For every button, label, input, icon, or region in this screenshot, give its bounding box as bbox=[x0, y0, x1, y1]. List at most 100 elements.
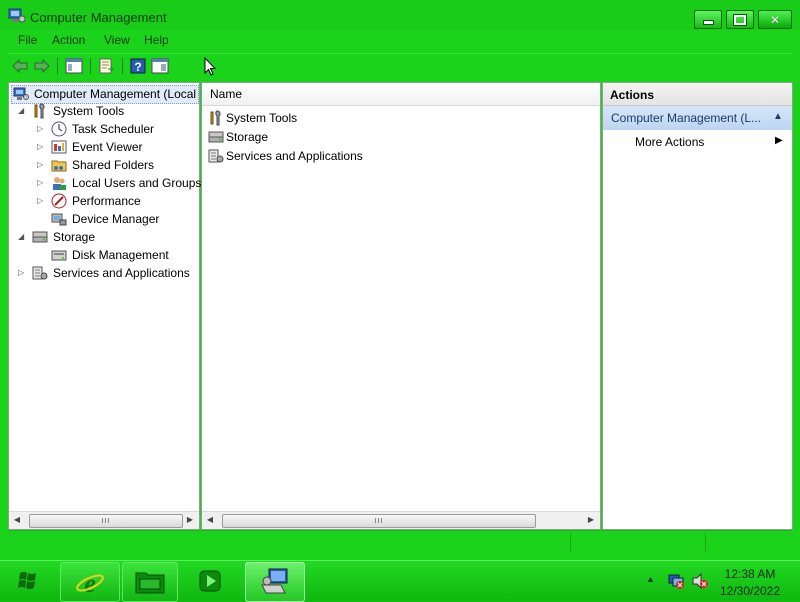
column-header-label: Name bbox=[210, 87, 243, 101]
tree-item-local-users-and-groups[interactable]: ▷ Local Users and Groups bbox=[9, 175, 201, 192]
collapse-icon[interactable]: ◢ bbox=[18, 107, 26, 115]
export-list-icon bbox=[99, 58, 114, 74]
list-item-label: Services and Applications bbox=[226, 149, 363, 163]
tree-item-label: Event Viewer bbox=[72, 140, 143, 154]
action-label: More Actions bbox=[635, 135, 705, 149]
menu-help[interactable]: Help bbox=[144, 33, 169, 47]
tree-item-storage[interactable]: ◢ Storage bbox=[9, 229, 199, 246]
tree-item-label: Disk Management bbox=[72, 248, 169, 262]
actions-header: Actions bbox=[603, 83, 792, 106]
tree-item-label: System Tools bbox=[53, 104, 125, 118]
scroll-right-icon[interactable]: ▶ bbox=[586, 515, 596, 525]
results-horizontal-scrollbar[interactable]: ◀ III ▶ bbox=[202, 511, 600, 529]
tree-item-label: Performance bbox=[72, 194, 141, 208]
disk-management-icon bbox=[51, 250, 67, 261]
column-header-name[interactable]: Name bbox=[202, 83, 600, 106]
clock[interactable]: 12:38 AM 12/30/2022 bbox=[714, 565, 786, 599]
forward-button[interactable] bbox=[32, 57, 52, 75]
scroll-left-icon[interactable]: ◀ bbox=[205, 515, 215, 525]
expand-icon[interactable]: ▷ bbox=[37, 197, 45, 205]
actions-pane: Actions Computer Management (L... ▲ More… bbox=[602, 82, 793, 530]
computer-management-icon bbox=[261, 568, 288, 594]
tree-item-task-scheduler[interactable]: ▷ Task Scheduler bbox=[9, 121, 199, 138]
show-hide-action-pane-button[interactable] bbox=[150, 57, 170, 75]
tree-horizontal-scrollbar[interactable]: ◀ III ▶ bbox=[9, 511, 199, 529]
action-more-actions[interactable]: More Actions ▶ bbox=[603, 133, 792, 151]
tree-item-label: Device Manager bbox=[72, 212, 160, 226]
list-item-services-and-applications[interactable]: Services and Applications bbox=[208, 148, 588, 165]
scroll-grip: III bbox=[374, 517, 384, 525]
expand-icon[interactable]: ▷ bbox=[37, 143, 45, 151]
actions-section-label: Computer Management (L... bbox=[611, 111, 762, 125]
scroll-right-icon[interactable]: ▶ bbox=[185, 515, 195, 525]
tree-item-disk-management[interactable]: Disk Management bbox=[9, 247, 199, 264]
collapse-icon[interactable]: ◢ bbox=[18, 233, 26, 241]
toolbar-separator bbox=[122, 58, 123, 74]
taskbar-internet-explorer[interactable]: e bbox=[60, 562, 120, 602]
list-item-label: System Tools bbox=[226, 111, 298, 125]
collapse-up-icon[interactable]: ▲ bbox=[773, 111, 783, 122]
tree-item-label: Storage bbox=[53, 230, 96, 244]
tree-item-performance[interactable]: ▷ Performance bbox=[9, 193, 199, 210]
folder-icon bbox=[135, 572, 165, 594]
windows-logo-icon bbox=[18, 572, 36, 589]
maximize-icon bbox=[733, 13, 747, 26]
close-button[interactable]: ✕ bbox=[758, 10, 792, 29]
performance-icon bbox=[51, 193, 67, 209]
list-item-system-tools[interactable]: System Tools bbox=[208, 110, 588, 127]
back-button[interactable] bbox=[10, 57, 30, 75]
network-icon[interactable] bbox=[667, 572, 685, 590]
storage-icon bbox=[208, 131, 224, 143]
scroll-left-icon[interactable]: ◀ bbox=[12, 515, 22, 525]
show-hidden-icons-arrow[interactable]: ▲ bbox=[646, 574, 655, 584]
help-button[interactable]: ? bbox=[128, 57, 148, 75]
taskbar-windows-explorer[interactable] bbox=[122, 562, 178, 602]
svg-text:e: e bbox=[84, 569, 96, 596]
action-pane-icon bbox=[151, 58, 169, 74]
maximize-button[interactable] bbox=[726, 10, 754, 29]
scrollbar-thumb[interactable]: III bbox=[222, 514, 536, 528]
taskbar: e ▲ 12:38 AM 12/30/2022 bbox=[0, 560, 800, 602]
scrollbar-thumb[interactable]: III bbox=[29, 514, 183, 528]
status-bar bbox=[8, 530, 792, 553]
help-icon: ? bbox=[130, 58, 146, 74]
actions-section-computer-management[interactable]: Computer Management (L... ▲ bbox=[603, 106, 792, 130]
list-item-storage[interactable]: Storage bbox=[208, 129, 588, 146]
start-button[interactable] bbox=[8, 565, 48, 597]
tree-item-label: Services and Applications bbox=[53, 266, 190, 280]
menu-bar: File Action View Help bbox=[8, 30, 792, 51]
menu-view[interactable]: View bbox=[104, 33, 130, 47]
expand-icon[interactable]: ▷ bbox=[37, 125, 45, 133]
tree-item-shared-folders[interactable]: ▷ Shared Folders bbox=[9, 157, 199, 174]
console-tree-icon bbox=[65, 58, 83, 74]
minimize-button[interactable] bbox=[694, 10, 722, 29]
title-bar[interactable]: Computer Management ✕ bbox=[0, 0, 800, 30]
computer-management-icon bbox=[8, 8, 26, 23]
status-divider bbox=[705, 533, 706, 551]
menu-file[interactable]: File bbox=[18, 33, 37, 47]
show-hide-console-tree-button[interactable] bbox=[64, 57, 84, 75]
submenu-arrow-icon: ▶ bbox=[775, 135, 783, 146]
device-manager-icon bbox=[51, 213, 67, 226]
shared-folder-icon bbox=[51, 160, 67, 172]
taskbar-media-player[interactable] bbox=[188, 565, 230, 597]
expand-icon[interactable]: ▷ bbox=[18, 269, 26, 277]
volume-muted-icon[interactable] bbox=[691, 572, 709, 590]
tree-item-computer-management[interactable]: Computer Management (Local bbox=[11, 85, 199, 104]
tree-item-event-viewer[interactable]: ▷ Event Viewer bbox=[9, 139, 199, 156]
tree-item-system-tools[interactable]: ◢ System Tools bbox=[9, 103, 199, 120]
menu-action[interactable]: Action bbox=[52, 33, 85, 47]
export-list-button[interactable] bbox=[96, 57, 116, 75]
tree-item-services-and-applications[interactable]: ▷ Services and Applications bbox=[9, 265, 199, 282]
tree-item-label: Shared Folders bbox=[72, 158, 155, 172]
console-tree-pane: Computer Management (Local ◢ System Tool… bbox=[8, 82, 201, 530]
tree-item-device-manager[interactable]: Device Manager bbox=[9, 211, 199, 228]
media-player-icon bbox=[199, 570, 221, 592]
event-viewer-icon bbox=[51, 140, 67, 154]
expand-icon[interactable]: ▷ bbox=[37, 161, 45, 169]
minimize-icon bbox=[702, 19, 714, 25]
expand-icon[interactable]: ▷ bbox=[37, 179, 45, 187]
clock-date: 12/30/2022 bbox=[719, 584, 781, 598]
taskbar-computer-management[interactable] bbox=[245, 562, 305, 602]
tree-item-label: Task Scheduler bbox=[72, 122, 155, 136]
